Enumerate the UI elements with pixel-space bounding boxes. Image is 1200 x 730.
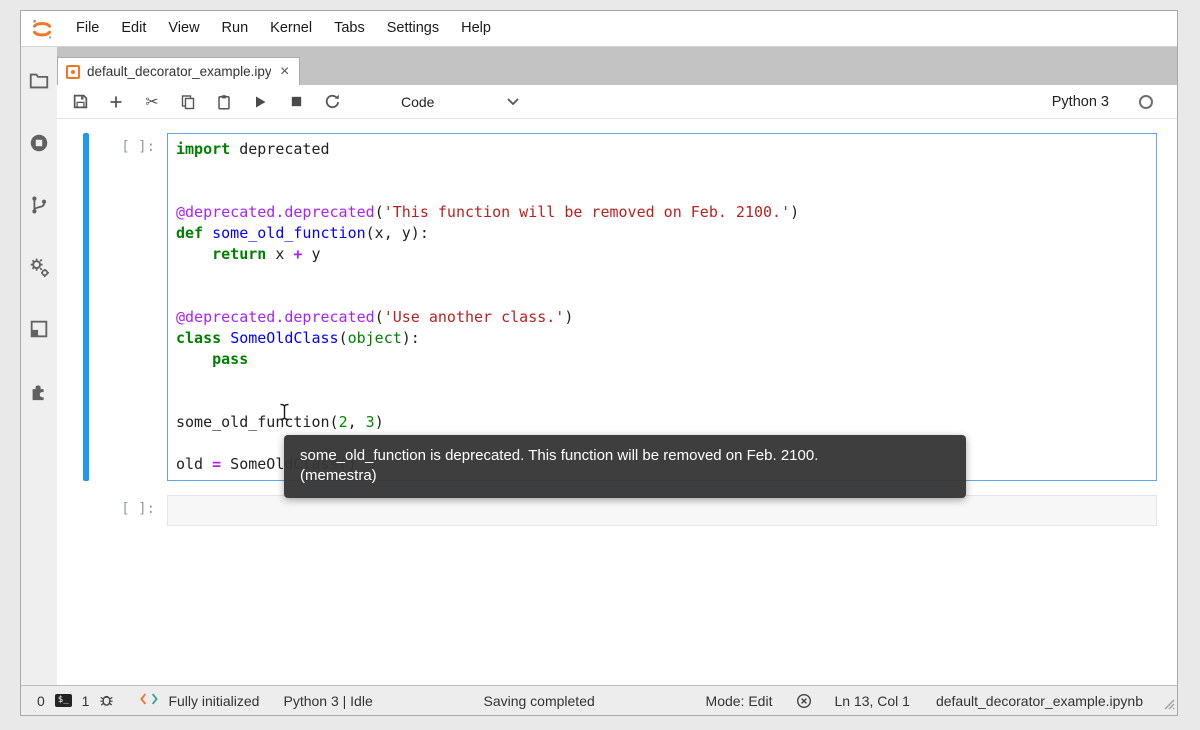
terminal-icon: $_ bbox=[54, 694, 72, 707]
file-browser-icon[interactable] bbox=[27, 69, 51, 93]
menu-run[interactable]: Run bbox=[211, 11, 260, 46]
kernel-name[interactable]: Python 3 bbox=[1052, 94, 1109, 110]
cut-cells-button[interactable]: ✂ bbox=[143, 93, 161, 111]
bug-icon bbox=[99, 692, 114, 710]
kernel-status-icon[interactable] bbox=[1139, 94, 1153, 109]
menu-kernel[interactable]: Kernel bbox=[259, 11, 323, 46]
status-bar: 0 $_ 1 Fully initialized Python 3 | Idle… bbox=[21, 685, 1177, 715]
add-cell-button[interactable] bbox=[107, 93, 125, 111]
running-sessions-icon[interactable] bbox=[27, 131, 51, 155]
extensions-icon[interactable] bbox=[27, 379, 51, 403]
cursor-position-status[interactable]: Ln 13, Col 1 bbox=[834, 693, 910, 709]
menu-help[interactable]: Help bbox=[450, 11, 502, 46]
mode-status: Mode: Edit bbox=[706, 693, 773, 709]
git-icon[interactable] bbox=[27, 193, 51, 217]
gears-icon[interactable] bbox=[27, 255, 51, 279]
cursor-position-text: Ln 13, Col 1 bbox=[834, 692, 910, 709]
notebook-panel[interactable]: [ ]: import deprecated @deprecated.depre… bbox=[57, 119, 1177, 685]
menu-file[interactable]: File bbox=[65, 11, 110, 46]
input-prompt: [ ]: bbox=[121, 501, 155, 517]
tooltip-line-1: some_old_function is deprecated. This fu… bbox=[300, 447, 819, 464]
notebook-icon bbox=[66, 64, 80, 79]
code-cell-1: [ ]: import deprecated @deprecated.depre… bbox=[57, 133, 1177, 481]
saving-status: Saving completed bbox=[483, 692, 595, 709]
filename-status: default_decorator_example.ipynb bbox=[936, 693, 1143, 709]
code-check-icon bbox=[140, 692, 159, 709]
save-button[interactable] bbox=[71, 93, 89, 111]
menu-view[interactable]: View bbox=[157, 11, 210, 46]
restart-kernel-button[interactable] bbox=[323, 93, 341, 111]
tooltip-line-2: (memestra) bbox=[300, 467, 377, 484]
notebook-toolbar: ✂ Code Python 3 bbox=[57, 85, 1177, 119]
mode-text: Mode: Edit bbox=[705, 692, 773, 709]
notifications-icon[interactable] bbox=[796, 693, 812, 709]
run-cell-button[interactable] bbox=[251, 93, 269, 111]
deprecation-tooltip: some_old_function is deprecated. This fu… bbox=[284, 435, 966, 498]
kernels-count: 1 bbox=[81, 692, 90, 709]
resize-grip[interactable] bbox=[1161, 696, 1175, 713]
chevron-down-icon bbox=[507, 97, 519, 105]
stop-kernel-button[interactable] bbox=[287, 93, 305, 111]
left-sidebar bbox=[21, 47, 57, 685]
lsp-status[interactable]: Fully initialized bbox=[140, 692, 259, 709]
cell-type-dropdown[interactable]: Code bbox=[401, 94, 519, 110]
menu-tabs[interactable]: Tabs bbox=[323, 11, 376, 46]
menu-settings[interactable]: Settings bbox=[376, 11, 450, 46]
notebook-tab[interactable]: default_decorator_example.ipynb × bbox=[57, 57, 301, 85]
filename-text: default_decorator_example.ipynb bbox=[935, 692, 1143, 709]
tab-title: default_decorator_example.ipynb bbox=[87, 64, 271, 79]
running-sessions-status[interactable]: 0 $_ 1 bbox=[37, 692, 114, 710]
lsp-status-text: Fully initialized bbox=[168, 692, 260, 709]
menu-bar: File Edit View Run Kernel Tabs Settings … bbox=[21, 11, 1177, 47]
dock-tab-bar: default_decorator_example.ipynb × bbox=[57, 47, 1177, 85]
kernel-status-text: Python 3 | Idle bbox=[283, 692, 373, 709]
menu-edit[interactable]: Edit bbox=[110, 11, 157, 46]
cell-type-value: Code bbox=[401, 93, 435, 110]
copy-cells-button[interactable] bbox=[179, 93, 197, 111]
terminals-count: 0 bbox=[37, 692, 45, 709]
tab-close-icon[interactable]: × bbox=[278, 63, 291, 80]
code-cell-2: [ ]: bbox=[57, 495, 1177, 526]
input-prompt: [ ]: bbox=[121, 139, 155, 155]
code-editor[interactable]: import deprecated @deprecated.deprecated… bbox=[167, 133, 1157, 481]
notebook-tools-icon[interactable] bbox=[27, 317, 51, 341]
empty-code-editor[interactable] bbox=[167, 495, 1157, 526]
paste-cells-button[interactable] bbox=[215, 93, 233, 111]
jupyterlab-window: File Edit View Run Kernel Tabs Settings … bbox=[20, 10, 1178, 716]
kernel-status[interactable]: Python 3 | Idle bbox=[283, 693, 372, 709]
jupyter-logo-icon bbox=[29, 16, 55, 42]
text-cursor-pointer bbox=[279, 403, 290, 426]
